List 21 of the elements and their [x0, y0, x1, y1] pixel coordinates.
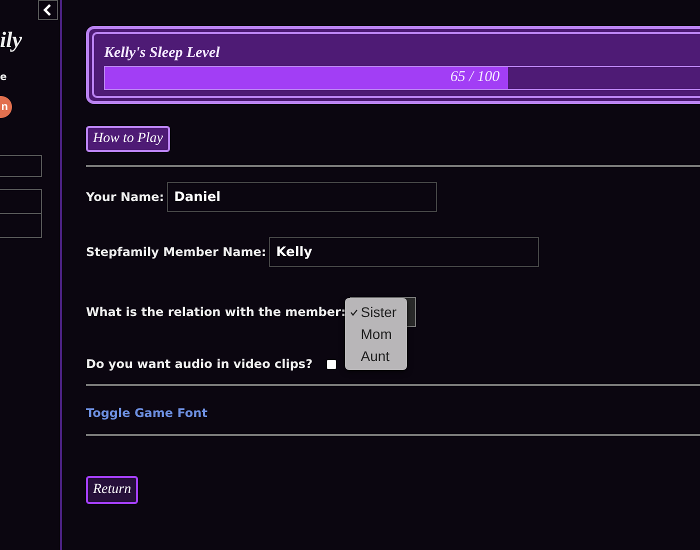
field-label: Do you want audio in video clips? [86, 357, 313, 371]
how-to-play-button[interactable]: How to Play [86, 126, 170, 152]
dropdown-option[interactable]: Sister [344, 301, 407, 323]
sidebar-text: e [0, 72, 8, 84]
input-field[interactable] [0, 155, 42, 177]
collapse-button[interactable] [38, 0, 58, 20]
return-button[interactable]: Return [86, 476, 138, 504]
dropdown-option[interactable]: Aunt [344, 345, 407, 367]
app-title: ily [0, 30, 22, 50]
input-field[interactable]: Daniel [167, 182, 438, 212]
field-label: What is the relation with the member: [86, 305, 346, 319]
toggle-font-link[interactable]: Toggle Game Font [86, 406, 208, 420]
chevron-left-icon [43, 4, 53, 16]
field-label: Stepfamily Member Name: [86, 245, 266, 259]
dropdown-option[interactable]: Mom [344, 323, 407, 345]
input-group[interactable] [0, 189, 42, 238]
checkbox[interactable] [326, 360, 336, 368]
field-label: Your Name: [86, 190, 164, 204]
meter-reading: 65 / 100 [450, 69, 500, 85]
input-field[interactable]: Kelly [269, 237, 540, 267]
meter-title: Kelly's Sleep Level [104, 45, 220, 62]
